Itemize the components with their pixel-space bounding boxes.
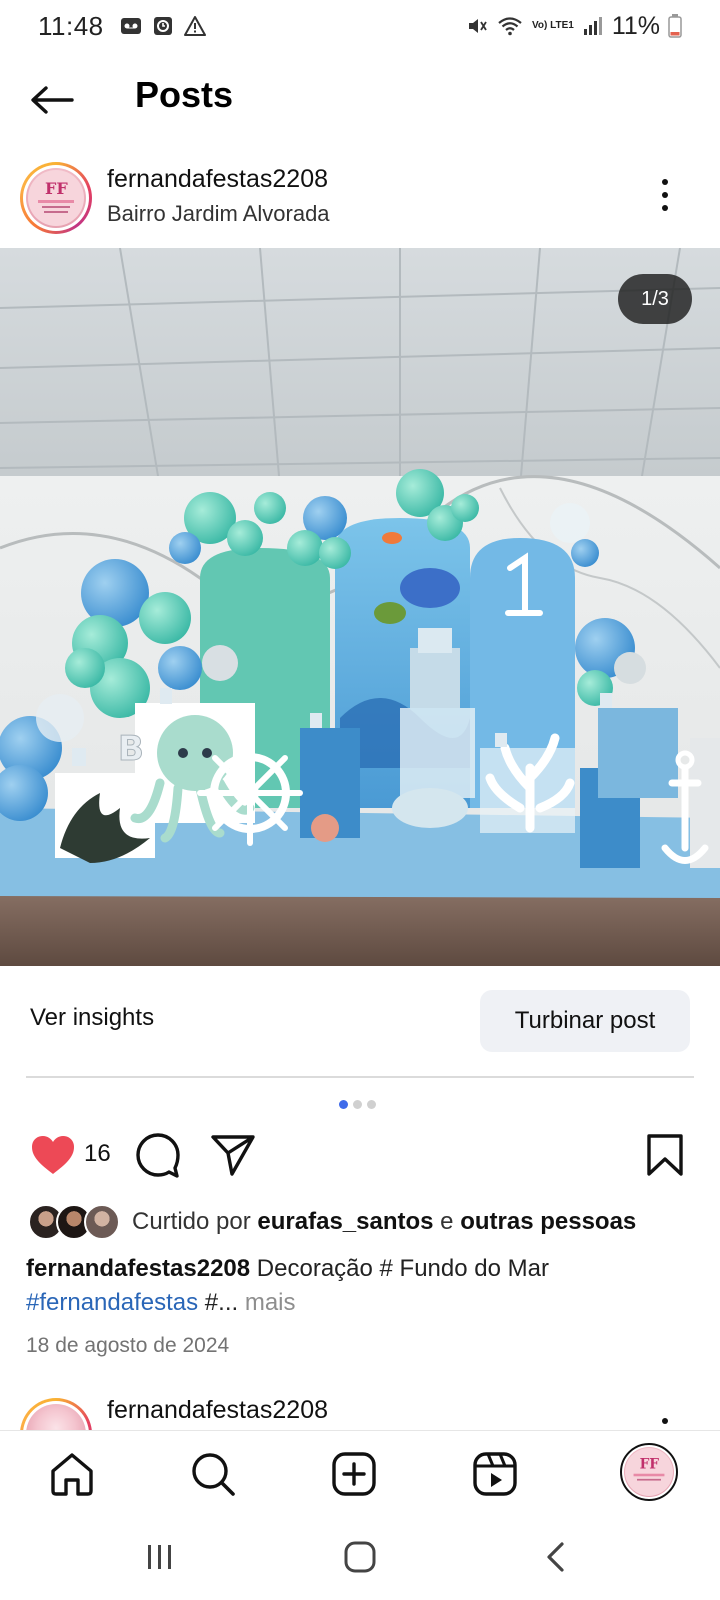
battery-icon [668, 14, 682, 38]
search-icon [192, 1453, 235, 1496]
carousel-dot-active [339, 1100, 348, 1109]
avatar-image: FF [26, 168, 86, 228]
avatar-inner [23, 1401, 89, 1430]
status-time: 11:48 [38, 10, 104, 41]
liked-by-text: Curtido por eurafas_santos e outras pess… [132, 1208, 636, 1236]
image-counter-badge: 1/3 [618, 274, 692, 324]
mute-icon [468, 19, 487, 33]
post-location[interactable]: Bairro Jardim Alvorada [107, 201, 330, 227]
more-dot [662, 192, 668, 198]
comment-icon [136, 1133, 180, 1178]
liker-avatar [84, 1204, 120, 1240]
send-icon [211, 1135, 255, 1176]
avatar-image [26, 1404, 86, 1430]
recents-button[interactable] [130, 1534, 190, 1580]
wifi-icon [498, 17, 522, 36]
post-more-button[interactable] [650, 175, 680, 215]
liked-by-connector: e [440, 1208, 454, 1235]
system-back-button[interactable] [525, 1534, 585, 1580]
page-title: Posts [135, 74, 234, 115]
arrow-left-icon [31, 86, 74, 114]
caption-username[interactable]: fernandafestas2208 [26, 1255, 250, 1282]
warning-icon [183, 16, 206, 36]
avatar-logo: FF [28, 170, 84, 226]
party-decoration-image: B [0, 248, 720, 966]
status-right: Vo) LTE1 11% [466, 12, 682, 41]
plus-square-icon [332, 1452, 376, 1496]
system-home-button[interactable] [330, 1534, 390, 1580]
nav-profile-avatar[interactable]: FF [620, 1443, 678, 1501]
caption-text: Decoração # Fundo do Mar [256, 1255, 549, 1282]
battery-percent: 11% [611, 11, 660, 40]
caption-more-link[interactable]: mais [245, 1289, 296, 1316]
comment-button[interactable] [133, 1130, 183, 1180]
back-button[interactable] [28, 76, 76, 124]
network-label: Vo) LTE1 [531, 20, 574, 31]
avatar-logo: FF [625, 1448, 673, 1496]
liked-by[interactable]: Curtido por eurafas_santos e outras pess… [28, 1202, 636, 1242]
like-button[interactable] [28, 1130, 78, 1180]
post-photo[interactable]: B [0, 248, 720, 966]
caption-hashtag[interactable]: #fernandafestas [26, 1289, 198, 1316]
profile-avatar-image: FF [624, 1447, 674, 1497]
status-bar: 11:48 Vo) LTE1 11% [0, 0, 720, 52]
carousel-indicator [339, 1100, 376, 1109]
liker-avatars [28, 1204, 120, 1240]
chevron-left-icon [547, 1542, 564, 1572]
caption-trail: #... [204, 1289, 239, 1316]
nav-create[interactable] [329, 1449, 379, 1499]
nav-reels[interactable] [470, 1449, 520, 1499]
next-post-username[interactable]: fernandafestas2208 [107, 1396, 328, 1425]
avatar-inner: FF [23, 165, 89, 231]
post-caption: fernandafestas2208 Decoração # Fundo do … [26, 1252, 696, 1320]
next-post-avatar[interactable] [20, 1398, 92, 1430]
nav-search[interactable] [188, 1449, 238, 1499]
next-post-header: fernandafestas2208 [0, 1396, 720, 1430]
app-header: Posts [0, 60, 720, 140]
view-insights-link[interactable]: Ver insights [30, 1004, 154, 1032]
liked-by-others[interactable]: outras pessoas [460, 1208, 636, 1235]
insights-row: Ver insights Turbinar post [0, 990, 720, 1054]
heart-filled-icon [32, 1136, 74, 1174]
svg-text:B: B [118, 729, 144, 769]
save-button[interactable] [640, 1130, 690, 1180]
svg-text:FF: FF [640, 1457, 660, 1473]
reels-icon [473, 1452, 517, 1496]
signal-icon [583, 17, 602, 35]
next-post-more-icon[interactable] [662, 1418, 668, 1424]
post-actions: 16 [0, 1130, 720, 1190]
post-date: 18 de agosto de 2024 [26, 1334, 230, 1357]
share-button[interactable] [208, 1130, 258, 1180]
bookmark-icon [647, 1134, 683, 1176]
voicemail-icon [120, 18, 141, 34]
divider [26, 1076, 694, 1078]
alarm-icon [153, 17, 172, 35]
carousel-dot [367, 1100, 376, 1109]
post-username[interactable]: fernandafestas2208 [107, 165, 328, 194]
like-count[interactable]: 16 [84, 1140, 111, 1168]
more-vertical-icon [662, 179, 668, 185]
bottom-nav: FF [0, 1430, 720, 1514]
home-circle-icon [344, 1541, 376, 1573]
more-dot [662, 205, 668, 211]
liked-by-prefix: Curtido por [132, 1208, 251, 1235]
post-header: FF fernandafestas2208 Bairro Jardim Alvo… [0, 155, 720, 245]
home-icon [51, 1453, 93, 1496]
boost-post-button[interactable]: Turbinar post [480, 990, 690, 1052]
recents-icon [148, 1545, 171, 1569]
svg-text:FF: FF [45, 179, 68, 198]
status-left: 11:48 [38, 11, 206, 42]
post-avatar[interactable]: FF [20, 162, 92, 234]
liked-by-user[interactable]: eurafas_santos [257, 1208, 433, 1235]
carousel-dot [353, 1100, 362, 1109]
system-nav-bar [0, 1514, 720, 1600]
nav-home[interactable] [47, 1449, 97, 1499]
